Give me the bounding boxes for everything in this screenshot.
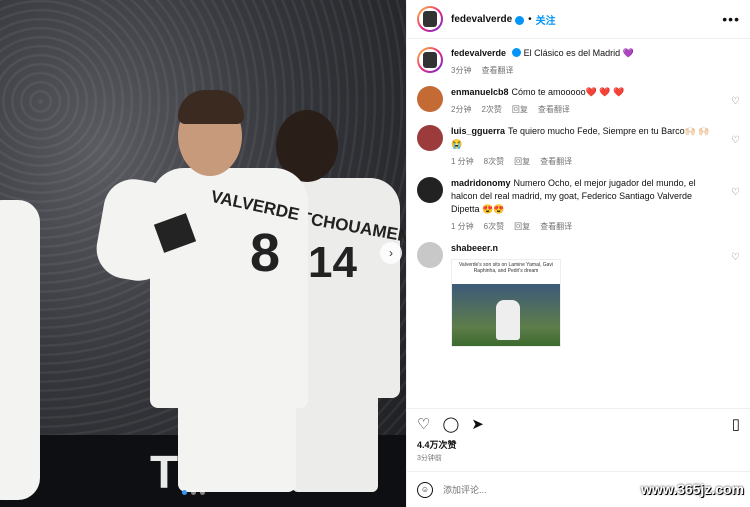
next-photo-button[interactable]: › <box>380 242 402 264</box>
commenter-avatar[interactable] <box>417 86 443 112</box>
comment-username[interactable]: luis_gguerra <box>451 126 505 136</box>
center-player-hair <box>178 90 244 124</box>
translate-link[interactable]: 查看翻译 <box>540 221 572 232</box>
carousel-dots <box>182 490 205 495</box>
comment-likes[interactable]: 2次赞 <box>481 104 501 115</box>
comment-text: Cómo te amooooo <box>511 87 586 97</box>
bookmark-icon[interactable]: ▯ <box>732 415 740 433</box>
comment-time: 2分钟 <box>451 105 472 114</box>
post-time: 3分钟前 <box>417 455 442 462</box>
comment-username[interactable]: madridonomy <box>451 178 511 188</box>
heart-emojis: ❤️ ❤️ ❤️ <box>585 87 625 97</box>
post-photo[interactable]: TI TCHOUAMENI 14 VALVERDE 8 › <box>0 0 406 507</box>
caption-row: fedevalverde El Clásico es del Madrid 💜 … <box>417 47 740 76</box>
verified-icon <box>515 15 525 25</box>
emoji-icon[interactable]: ☺ <box>417 481 433 498</box>
avatar[interactable] <box>417 6 443 32</box>
like-count[interactable]: 4.4万次赞 <box>407 438 750 451</box>
comment-icon[interactable]: ◯ <box>442 415 459 433</box>
reply-link[interactable]: 回复 <box>514 156 530 167</box>
comment-likes[interactable]: 6次赞 <box>484 221 504 232</box>
caption-time: 3分钟 <box>451 66 472 75</box>
comment-image[interactable]: Valverde's son sits on Lamine Yamal, Gav… <box>451 259 561 347</box>
verified-icon <box>512 48 522 57</box>
reply-link[interactable]: 回复 <box>512 104 528 115</box>
comment-image-photo <box>452 284 560 346</box>
right-player-shorts <box>292 392 378 492</box>
comment-like-icon[interactable]: ♡ <box>731 187 740 198</box>
follow-button[interactable]: 关注 <box>536 12 556 27</box>
post-side-panel: fedevalverde • 关注 ••• fedevalverde El Cl… <box>406 0 750 507</box>
center-player-shorts <box>178 392 296 492</box>
comment-image-caption: Valverde's son sits on Lamine Yamal, Gav… <box>458 262 554 274</box>
comment-username[interactable]: shabeeer.n <box>451 243 498 253</box>
translate-link[interactable]: 查看翻译 <box>540 156 572 167</box>
header-username[interactable]: fedevalverde <box>451 14 512 25</box>
caption-avatar[interactable] <box>417 47 443 73</box>
comment-row: madridonomy Numero Ocho, el mejor jugador… <box>417 177 740 232</box>
comments-list: fedevalverde El Clásico es del Madrid 💜 … <box>407 39 750 408</box>
comment-row: luis_gguerra Te quiero mucho Fede, Siempr… <box>417 125 740 167</box>
more-horizontal-icon[interactable]: ••• <box>722 11 740 27</box>
comment-like-icon[interactable]: ♡ <box>731 135 740 146</box>
post-actions: ♡ ◯ ➤ ▯ <box>407 408 750 438</box>
reply-link[interactable]: 回复 <box>514 221 530 232</box>
commenter-avatar[interactable] <box>417 242 443 268</box>
comment-row: enmanuelcb8 Cómo te amooooo❤️ ❤️ ❤️ 2分钟 2次… <box>417 86 740 115</box>
commenter-avatar[interactable] <box>417 177 443 203</box>
post-header: fedevalverde • 关注 ••• <box>407 0 750 39</box>
header-separator: • <box>528 13 532 25</box>
comment-like-icon[interactable]: ♡ <box>731 96 740 107</box>
comment-input[interactable]: 添加评论... <box>443 483 487 496</box>
caption-username[interactable]: fedevalverde <box>451 48 506 58</box>
translate-link[interactable]: 查看翻译 <box>481 65 513 76</box>
comment-time: 1 分钟 <box>451 157 474 166</box>
comment-username[interactable]: enmanuelcb8 <box>451 87 509 97</box>
send-icon[interactable]: ➤ <box>471 415 484 433</box>
instagram-post-window: TI TCHOUAMENI 14 VALVERDE 8 › fedevalver… <box>0 0 750 507</box>
caption-text: El Clásico es del Madrid 💜 <box>523 48 634 58</box>
translate-link[interactable]: 查看翻译 <box>538 104 570 115</box>
heart-icon[interactable]: ♡ <box>417 415 430 433</box>
left-player <box>0 200 40 500</box>
right-jersey-number: 14 <box>308 238 357 287</box>
comment-time: 1 分钟 <box>451 222 474 231</box>
watermark: www.365jz.com <box>641 481 744 497</box>
comment-likes[interactable]: 8次赞 <box>484 156 504 167</box>
comment-like-icon[interactable]: ♡ <box>731 252 740 263</box>
commenter-avatar[interactable] <box>417 125 443 151</box>
comment-row: shabeeer.n Valverde's son sits on Lamine… <box>417 242 740 347</box>
center-jersey-number: 8 <box>250 223 281 283</box>
